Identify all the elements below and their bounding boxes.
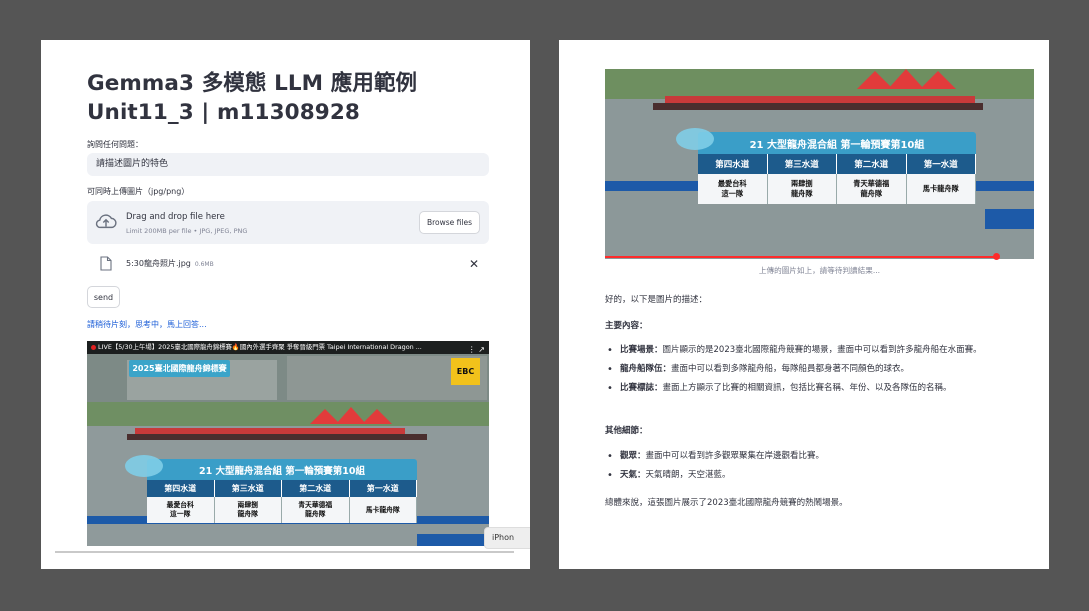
lane-head-4: 第四水道 [698, 154, 768, 174]
question-label: 詢問任何問題： [87, 140, 143, 149]
status-thinking-text: 請稍待片刻，思考中，馬上回答... [87, 320, 207, 329]
progress-bar [605, 256, 998, 258]
lane-title: 21 大型龍舟混合組 第一輪預賽第10組 [125, 455, 417, 480]
lane-team-1: 馬卡龍舟隊 [907, 174, 976, 204]
lane-head-2: 第二水道 [837, 154, 907, 174]
image-caption: 上傳的圖片如上，請等待判讀結果... [758, 266, 881, 275]
list-item: 天氣：天氣晴朗，天空湛藍。 [605, 468, 1035, 483]
file-icon [100, 256, 112, 271]
response-summary: 總體來說，這張圖片展示了2023臺北國際龍舟競賽的熱鬧場景。 [605, 498, 848, 508]
lane-head-1: 第一水道 [350, 480, 417, 497]
other-details-list: 觀眾：畫面中可以看到許多觀眾聚集在岸邊觀看比賽。 天氣：天氣晴朗，天空湛藍。 [605, 449, 1035, 487]
lane-head-4: 第四水道 [147, 480, 215, 497]
list-item: 比賽標誌：畫面上方顯示了比賽的相關資訊，包括比賽名稱、年份、以及各隊伍的名稱。 [605, 381, 1035, 396]
lane-title: 21 大型龍舟混合組 第一輪預賽第10組 [676, 128, 976, 154]
send-button[interactable]: send [87, 286, 120, 308]
uploaded-image-preview: LIVE【5/30上午場】2025臺北國際龍舟錦標賽🔥國內外選手齊聚 爭奪晉級門… [87, 341, 489, 550]
main-content-list: 比賽場景：圖片顯示的是2023臺北國際龍舟競賽的場景，畫面中可以看到許多龍舟船在… [605, 343, 1035, 400]
app-title: Gemma3 多模態 LLM 應用範例 Unit11_3 | m11308928 [87, 69, 517, 127]
lane-scoreboard: 21 大型龍舟混合組 第一輪預賽第10組 第四水道 第三水道 第二水道 第一水道… [676, 128, 976, 204]
horizontal-scrollbar[interactable] [55, 551, 514, 553]
progress-handle[interactable] [993, 253, 1000, 260]
live-dot-icon [91, 344, 96, 350]
lane-head-3: 第三水道 [768, 154, 837, 174]
page-footer-space [41, 546, 530, 569]
iphone-tag: iPhon [484, 527, 530, 549]
list-item: 比賽場景：圖片顯示的是2023臺北國際龍舟競賽的場景，畫面中可以看到許多龍舟船在… [605, 343, 1035, 358]
lane-head-1: 第一水道 [907, 154, 976, 174]
lane-team-2: 青天華德福 龍舟隊 [282, 497, 350, 523]
cloud-upload-icon [95, 214, 117, 229]
video-title: LIVE【5/30上午場】2025臺北國際龍舟錦標賽🔥國內外選手齊聚 爭奪晉級門… [98, 343, 422, 351]
app-page-right: 21 大型龍舟混合組 第一輪預賽第10組 第四水道 第三水道 第二水道 第一水道… [559, 40, 1049, 569]
title-line-1: Gemma3 多模態 LLM 應用範例 [87, 71, 418, 96]
main-content-heading: 主要內容： [605, 321, 648, 331]
app-page-left: Gemma3 多模態 LLM 應用範例 Unit11_3 | m11308928… [41, 40, 530, 569]
close-icon[interactable]: ✕ [469, 257, 479, 271]
dropzone-instructions: Drag and drop file here [126, 212, 225, 222]
uploaded-image-display: 21 大型龍舟混合組 第一輪預賽第10組 第四水道 第三水道 第二水道 第一水道… [605, 69, 1034, 259]
lane-team-4: 最愛台科 這一隊 [147, 497, 215, 523]
question-input[interactable]: 請描述圖片的特色 [87, 153, 489, 176]
lane-team-3: 兩肆捌 龍舟隊 [768, 174, 837, 204]
video-title-bar: LIVE【5/30上午場】2025臺北國際龍舟錦標賽🔥國內外選手齊聚 爭奪晉級門… [87, 341, 489, 354]
lane-head-2: 第二水道 [282, 480, 350, 497]
file-size: 0.6MB [194, 261, 214, 268]
file-dropzone[interactable]: Drag and drop file here Limit 200MB per … [87, 201, 489, 244]
other-details-heading: 其他細節： [605, 426, 648, 436]
title-line-2: Unit11_3 | m11308928 [87, 100, 360, 125]
event-banner: 2025臺北國際龍舟錦標賽 [129, 360, 230, 377]
lane-team-4: 最愛台科 這一隊 [698, 174, 768, 204]
file-name: 5:30龍舟照片.jpg [126, 259, 191, 268]
list-item: 龍舟船隊伍：畫面中可以看到多隊龍舟船，每隊船員都身著不同顏色的球衣。 [605, 362, 1035, 377]
ebc-logo: EBC [451, 358, 480, 385]
share-icon[interactable]: ⋮ ↗ [468, 343, 485, 354]
response-intro: 好的，以下是圖片的描述： [605, 295, 708, 305]
browse-files-button[interactable]: Browse files [419, 211, 480, 234]
lane-scoreboard: 21 大型龍舟混合組 第一輪預賽第10組 第四水道 第三水道 第二水道 第一水道… [125, 455, 417, 523]
lane-team-3: 兩肆捌 龍舟隊 [215, 497, 282, 523]
lane-team-2: 青天華德福 龍舟隊 [837, 174, 907, 204]
lane-head-3: 第三水道 [215, 480, 282, 497]
lane-team-1: 馬卡龍舟隊 [350, 497, 417, 523]
list-item: 觀眾：畫面中可以看到許多觀眾聚集在岸邊觀看比賽。 [605, 449, 1035, 464]
uploaded-file-row: 5:30龍舟照片.jpg 0.6MB ✕ [87, 252, 489, 276]
upload-label: 可同時上傳圖片（jpg/png） [87, 187, 190, 196]
dropzone-limit: Limit 200MB per file • JPG, JPEG, PNG [126, 227, 248, 235]
